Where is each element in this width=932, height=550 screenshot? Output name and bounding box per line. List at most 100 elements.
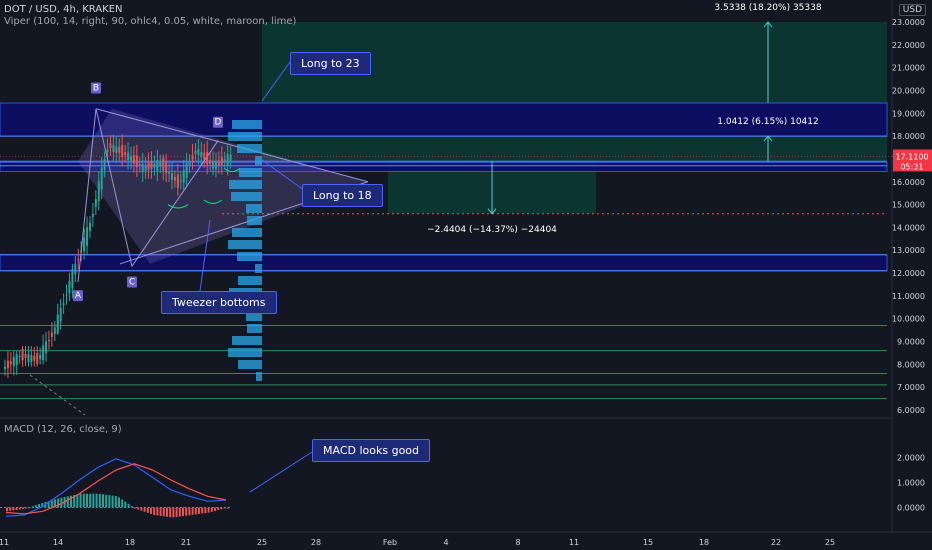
- time-axis-label: 15: [643, 538, 653, 547]
- candle: [162, 158, 165, 171]
- time-axis-label: 14: [53, 538, 63, 547]
- candle: [47, 340, 50, 342]
- macd-histogram-bar: [130, 506, 133, 508]
- candle: [121, 145, 124, 157]
- time-axis-label: 8: [515, 538, 520, 547]
- macd-histogram-bar: [198, 507, 200, 514]
- candle: [229, 154, 232, 161]
- measure-label-18: 1.0412 (6.15%) 10412: [717, 117, 818, 127]
- candle: [36, 352, 39, 364]
- candle: [197, 149, 200, 155]
- macd-histogram-bar: [111, 495, 114, 508]
- candle: [97, 181, 100, 202]
- candle: [50, 332, 53, 337]
- price-axis-label: 19.0000: [892, 109, 925, 118]
- macd-histogram-bar: [207, 507, 210, 513]
- macd-histogram-bar: [201, 507, 204, 514]
- macd-histogram-bar: [25, 507, 28, 509]
- candle: [141, 164, 144, 172]
- candle: [30, 355, 33, 363]
- macd-histogram-bar: [124, 501, 127, 508]
- macd-histogram-bar: [153, 507, 156, 515]
- zone-2: [0, 254, 888, 272]
- volume-profile-bar: [238, 360, 262, 369]
- macd-histogram-bar: [156, 507, 159, 516]
- volume-profile-bar: [247, 216, 262, 225]
- candle: [153, 163, 156, 168]
- price-axis-label: 18.0000: [892, 132, 925, 141]
- macd-histogram-bar: [204, 507, 207, 514]
- candle: [68, 280, 71, 294]
- volume-profile-bar: [228, 348, 262, 357]
- price-axis-label: 7.0000: [897, 383, 925, 392]
- macd-histogram-bar: [57, 498, 60, 508]
- indicator-label[interactable]: Viper (100, 14, right, 90, ohlc4, 0.05, …: [4, 16, 296, 27]
- candle: [56, 314, 59, 334]
- price-axis-label: 10.0000: [892, 315, 925, 324]
- macd-histogram-bar: [188, 507, 191, 516]
- candle: [6, 360, 9, 369]
- candle: [182, 169, 185, 183]
- volume-profile-bar: [255, 264, 262, 273]
- volume-profile-bar: [238, 276, 262, 285]
- macd-histogram-bar: [134, 507, 136, 509]
- time-axis-label: 22: [771, 538, 781, 547]
- candle: [150, 161, 153, 170]
- currency-badge[interactable]: USD: [898, 4, 926, 16]
- macd-axis-label: 0.0000: [897, 504, 925, 513]
- time-axis-label: Feb: [383, 538, 397, 547]
- macd-histogram-bar: [169, 507, 172, 518]
- candle: [118, 147, 121, 154]
- macd-histogram-bar: [182, 507, 184, 517]
- macd-histogram-bar: [214, 507, 216, 511]
- candle: [194, 151, 197, 154]
- macd-histogram-bar: [162, 507, 165, 517]
- candle: [156, 160, 159, 172]
- candle: [9, 361, 12, 365]
- candle: [42, 345, 45, 361]
- macd-label[interactable]: MACD (12, 26, close, 9): [4, 424, 122, 435]
- macd-histogram-bar: [76, 494, 79, 508]
- candle: [24, 354, 27, 359]
- candle: [12, 356, 15, 367]
- price-axis-label: 6.0000: [897, 406, 925, 415]
- candle: [127, 152, 130, 161]
- macd-histogram-bar: [194, 507, 197, 515]
- macd-histogram-bar: [220, 507, 223, 510]
- candle: [220, 156, 223, 165]
- chart-canvas[interactable]: 3.5338 (18.20%) 35338 1.0412 (6.15%) 1041…: [0, 0, 932, 550]
- macd-histogram-bar: [79, 493, 82, 508]
- macd-histogram-bar: [172, 507, 175, 518]
- volume-profile-bar: [228, 240, 262, 249]
- macd-histogram-bar: [86, 493, 88, 508]
- candle: [191, 155, 194, 160]
- macd-histogram-bar: [50, 500, 53, 508]
- pattern-point-D: D: [215, 118, 222, 128]
- macd-histogram-bar: [66, 496, 69, 508]
- price-axis-label: 20.0000: [892, 86, 925, 95]
- candle: [39, 354, 42, 360]
- macd-axis-label: 1.0000: [897, 479, 925, 488]
- pattern-point-B: B: [93, 83, 99, 93]
- macd-histogram-bar: [22, 507, 24, 510]
- time-axis-label: 25: [257, 538, 267, 547]
- macd-histogram-bar: [108, 495, 111, 508]
- macd-histogram-bar: [137, 507, 140, 510]
- macd-histogram-bar: [98, 493, 101, 508]
- macd-axis-label: 2.0000: [897, 454, 925, 463]
- symbol-title[interactable]: DOT / USD, 4h, KRAKEN: [4, 4, 123, 15]
- price-axis-label: 11.0000: [892, 292, 925, 301]
- candle: [212, 161, 215, 169]
- candle: [135, 155, 138, 168]
- price-axis-label: 16.0000: [892, 178, 925, 187]
- pattern-point-A: A: [75, 291, 82, 301]
- candle: [71, 268, 74, 289]
- macd-histogram-bar: [223, 507, 226, 509]
- candle: [165, 162, 168, 174]
- macd-histogram-bar: [121, 499, 124, 508]
- candle: [18, 356, 21, 358]
- macd-histogram-bar: [210, 507, 213, 512]
- candle: [15, 353, 18, 366]
- price-axis-label: 8.0000: [897, 360, 925, 369]
- candle: [91, 213, 94, 217]
